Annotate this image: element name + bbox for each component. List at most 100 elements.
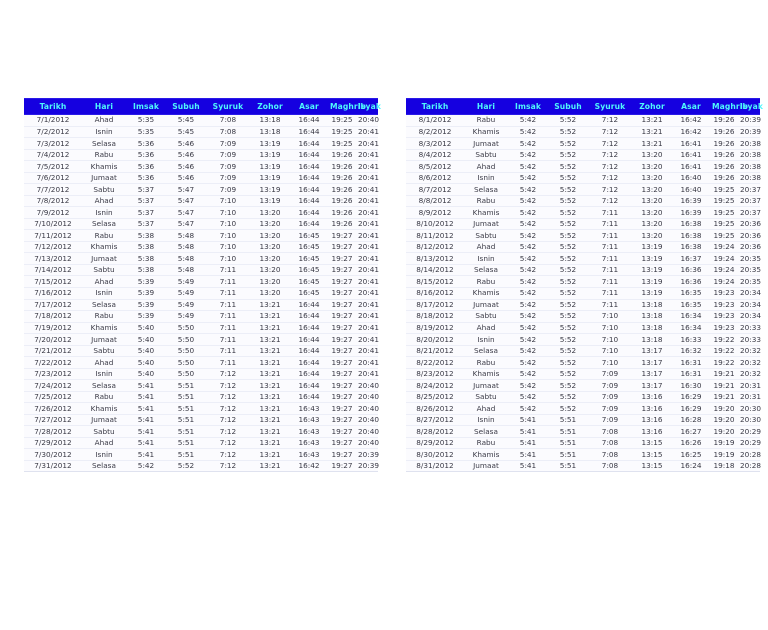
table-row: 8/20/2012 Isnin 5:42 5:52 7:10 13:18 16:33 19:2… (406, 333, 762, 346)
cell-asar: 16:43 (290, 402, 328, 415)
cell-hari: Selasa (464, 425, 508, 438)
cell-hari: Rabu (464, 356, 508, 369)
cell-hari: Selasa (82, 299, 126, 312)
cell-subuh: 5:52 (548, 333, 588, 346)
cell-imsak: 5:37 (126, 183, 166, 196)
cell-hari: Rabu (464, 275, 508, 288)
cell-tarikh: 8/30/2012 (406, 448, 464, 461)
cell-zohor: 13:19 (250, 160, 290, 173)
cell-syuruk: 7:12 (206, 391, 250, 404)
cell-tarikh: 7/10/2012 (24, 218, 82, 231)
cell-syuruk: 7:11 (206, 264, 250, 277)
cell-imsak: 5:42 (508, 183, 548, 196)
cell-syuruk: 7:08 (206, 114, 250, 127)
cell-tarikh: 8/19/2012 (406, 322, 464, 335)
cell-subuh: 5:52 (548, 356, 588, 369)
cell-asar: 16:42 (672, 126, 710, 139)
cell-maghrib: 19:25 (710, 229, 738, 242)
cell-imsak: 5:41 (126, 437, 166, 450)
cell-hari: Jumaat (82, 172, 126, 185)
cell-hari: Sabtu (82, 425, 126, 438)
cell-hari: Khamis (464, 126, 508, 139)
cell-maghrib: 19:19 (710, 437, 738, 450)
cell-maghrib: 19:23 (710, 299, 738, 312)
cell-isyak: 20:32 (738, 345, 762, 358)
cell-syuruk: 7:11 (588, 206, 632, 219)
cell-zohor: 13:21 (250, 345, 290, 358)
cell-syuruk: 7:08 (588, 448, 632, 461)
cell-asar: 16:41 (672, 137, 710, 150)
cell-asar: 16:44 (290, 368, 328, 381)
cell-isyak: 20:41 (356, 126, 380, 139)
cell-subuh: 5:52 (548, 310, 588, 323)
cell-maghrib: 19:27 (328, 310, 356, 323)
cell-syuruk: 7:10 (588, 356, 632, 369)
cell-maghrib: 19:20 (710, 414, 738, 427)
cell-hari: Rabu (82, 391, 126, 404)
cell-subuh: 5:50 (166, 345, 206, 358)
cell-maghrib: 19:21 (710, 368, 738, 381)
cell-syuruk: 7:12 (206, 437, 250, 450)
cell-imsak: 5:42 (508, 287, 548, 300)
cell-asar: 16:42 (290, 460, 328, 473)
cell-imsak: 5:41 (508, 425, 548, 438)
cell-tarikh: 8/17/2012 (406, 299, 464, 312)
cell-maghrib: 19:27 (328, 414, 356, 427)
cell-isyak: 20:37 (738, 183, 762, 196)
cell-isyak: 20:41 (356, 160, 380, 173)
cell-imsak: 5:40 (126, 368, 166, 381)
table-row: 8/16/2012 Khamis 5:42 5:52 7:11 13:19 16:35 19:… (406, 287, 761, 300)
cell-zohor: 13:21 (250, 414, 290, 427)
cell-tarikh: 7/14/2012 (24, 264, 82, 277)
cell-asar: 16:34 (672, 310, 710, 323)
cell-imsak: 5:42 (508, 379, 548, 392)
cell-asar: 16:43 (290, 425, 328, 438)
cell-syuruk: 7:12 (588, 149, 632, 162)
cell-subuh: 5:52 (548, 287, 588, 300)
column-header-zohor: Zohor (632, 98, 672, 115)
cell-zohor: 13:21 (250, 391, 290, 404)
cell-tarikh: 7/6/2012 (24, 172, 82, 185)
table-row: 7/2/2012 Isnin 5:35 5:45 7:08 13:18 16:44 19:25… (24, 126, 380, 139)
cell-syuruk: 7:10 (206, 206, 250, 219)
cell-imsak: 5:41 (126, 391, 166, 404)
cell-zohor: 13:21 (250, 460, 290, 473)
cell-syuruk: 7:12 (588, 195, 632, 208)
cell-tarikh: 8/2/2012 (406, 126, 464, 139)
cell-syuruk: 7:11 (588, 275, 632, 288)
cell-tarikh: 7/13/2012 (24, 252, 82, 265)
table-row: 7/10/2012 Selasa 5:37 5:47 7:10 13:20 16:44 19:… (24, 218, 379, 231)
cell-syuruk: 7:09 (588, 391, 632, 404)
cell-zohor: 13:20 (250, 264, 290, 277)
cell-asar: 16:38 (672, 218, 710, 231)
cell-tarikh: 7/20/2012 (24, 333, 82, 346)
table-row: 8/3/2012 Jumaat 5:42 5:52 7:12 13:21 16:41 19:2… (406, 137, 761, 150)
cell-syuruk: 7:11 (206, 299, 250, 312)
cell-isyak: 20:33 (738, 333, 762, 346)
cell-tarikh: 7/25/2012 (24, 391, 82, 404)
cell-maghrib: 19:26 (328, 183, 356, 196)
cell-subuh: 5:47 (166, 195, 206, 208)
cell-tarikh: 7/27/2012 (24, 414, 82, 427)
table-row: 8/12/2012 Ahad 5:42 5:52 7:11 13:19 16:38 19:24… (406, 241, 761, 254)
prayer-table-july-container: Tarikh Hari Imsak Subuh Syuruk Zohor Asa… (24, 98, 381, 473)
cell-imsak: 5:38 (126, 252, 166, 265)
cell-maghrib: 19:27 (328, 460, 356, 473)
cell-asar: 16:43 (290, 437, 328, 450)
cell-isyak: 20:40 (356, 402, 380, 415)
cell-zohor: 13:20 (250, 275, 290, 288)
cell-hari: Selasa (82, 218, 126, 231)
cell-tarikh: 8/21/2012 (406, 345, 464, 358)
cell-asar: 16:25 (672, 448, 710, 461)
table-row: 8/29/2012 Rabu 5:41 5:51 7:08 13:15 16:26 19:19… (406, 437, 761, 450)
table-row: 7/4/2012 Rabu 5:36 5:46 7:09 13:19 16:44 19:26 2… (24, 149, 379, 162)
cell-syuruk: 7:11 (206, 275, 250, 288)
cell-zohor: 13:20 (632, 172, 672, 185)
cell-zohor: 13:18 (250, 114, 290, 127)
cell-maghrib: 19:23 (710, 287, 738, 300)
cell-tarikh: 8/22/2012 (406, 356, 464, 369)
cell-imsak: 5:42 (508, 252, 548, 265)
column-header-hari: Hari (82, 98, 126, 115)
cell-zohor: 13:19 (632, 275, 672, 288)
cell-subuh: 5:52 (548, 391, 588, 404)
